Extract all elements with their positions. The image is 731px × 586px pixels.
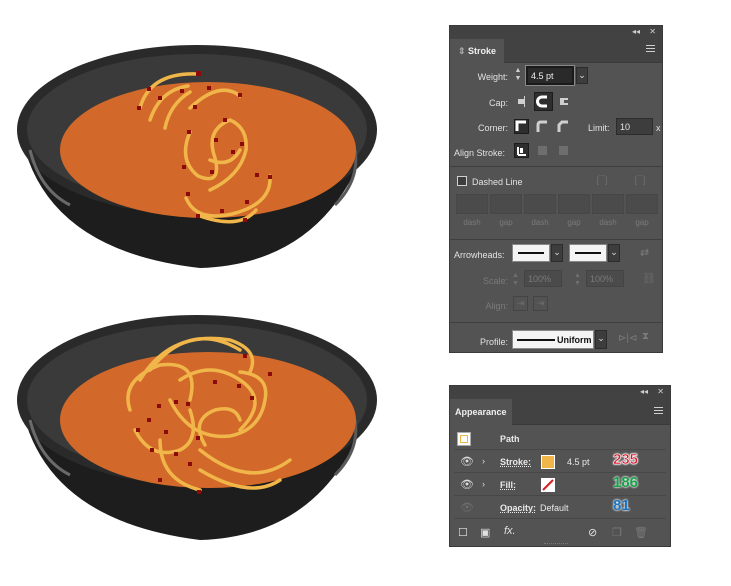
stroke-swatch[interactable] <box>541 455 555 469</box>
swap-arrowheads-icon[interactable]: ⇄ <box>640 246 649 259</box>
arrowheads-label: Arrowheads: <box>454 250 505 260</box>
gap-field-3[interactable] <box>626 194 658 214</box>
flip-along-icon[interactable]: ⊳|⊲ <box>618 333 637 344</box>
delete-item-icon[interactable]: 🗑 <box>634 526 648 539</box>
flip-across-icon[interactable]: ⧗ <box>642 331 649 342</box>
scale-end-stepper[interactable]: ▲ ▼ <box>574 272 581 288</box>
align-arrow-label: Align: <box>485 301 508 311</box>
limit-suffix: x <box>656 123 661 133</box>
gap-field-1[interactable] <box>490 194 522 214</box>
tab-stroke[interactable]: ⇕ Stroke <box>450 39 505 63</box>
eye-icon[interactable]: 👁 <box>460 478 474 491</box>
arrowhead-end-select[interactable] <box>569 244 607 262</box>
dash-field-1[interactable] <box>456 194 488 214</box>
panel-menu-icon[interactable] <box>654 407 663 416</box>
link-scale-icon[interactable]: ⛓ <box>642 272 656 285</box>
projecting-cap-button[interactable] <box>557 94 572 109</box>
stroke-weight-value: 4.5 pt <box>567 457 590 467</box>
fill-annotation: 186 <box>613 474 639 491</box>
dash-field-2[interactable] <box>524 194 556 214</box>
round-join-button[interactable] <box>535 119 550 134</box>
arrow-extend-button[interactable]: ⇥ <box>513 296 528 311</box>
align-stroke-label: Align Stroke: <box>454 148 506 158</box>
opacity-annotation: 81 <box>613 497 630 514</box>
dashed-line-label: Dashed Line <box>472 177 523 187</box>
stroke-panel: ◂◂ ✕ ⇕ Stroke Weight: ▲ ▼ 4.5 pt ⌄ Cap: C… <box>449 25 663 353</box>
round-cap-button[interactable] <box>534 92 553 111</box>
appearance-panel-titlebar[interactable]: ◂◂ ✕ <box>450 386 670 399</box>
opacity-value: Default <box>540 503 569 513</box>
preserve-dash-button[interactable]: [‾‾] <box>587 174 617 189</box>
limit-label: Limit: <box>588 123 610 133</box>
fill-none-swatch[interactable] <box>541 478 555 492</box>
bowl-bottom <box>17 315 377 540</box>
weight-dropdown[interactable]: ⌄ <box>576 67 588 84</box>
weight-input[interactable]: 4.5 pt <box>526 66 574 85</box>
align-dash-button[interactable]: [‾‾] <box>625 174 655 189</box>
close-panel-icon[interactable]: ✕ <box>649 27 656 36</box>
profile-dropdown[interactable]: ⌄ <box>595 330 607 349</box>
appearance-footer: ☐ ▣ fx. ⊘ ❐ 🗑 <box>450 522 670 546</box>
stroke-annotation: 235 <box>613 451 639 469</box>
dash-fields-row: dash gap dash gap dash gap <box>456 194 660 230</box>
close-panel-icon[interactable]: ✕ <box>657 387 664 396</box>
miter-join-button[interactable] <box>514 119 529 134</box>
opacity-row[interactable]: 👁 Opacity: Default <box>454 497 666 519</box>
arrowhead-start-dropdown[interactable]: ⌄ <box>551 244 563 262</box>
profile-label: Profile: <box>479 337 508 347</box>
arrow-place-button[interactable]: ⇥ <box>533 296 548 311</box>
path-row[interactable]: Path <box>454 428 666 450</box>
collapse-panel-icon[interactable]: ◂◂ <box>640 387 648 396</box>
panel-menu-icon[interactable] <box>646 45 655 54</box>
eye-icon[interactable]: 👁 <box>460 455 474 468</box>
dash-field-label: gap <box>567 218 581 227</box>
resize-grip[interactable] <box>544 543 568 546</box>
scale-start-input[interactable]: 100% <box>524 270 562 287</box>
profile-select[interactable]: Uniform <box>512 330 594 349</box>
arrowhead-start-select[interactable] <box>512 244 550 262</box>
cap-label: Cap: <box>488 98 508 108</box>
add-stroke-icon[interactable]: ☐ <box>458 526 468 539</box>
dashed-line-checkbox[interactable] <box>457 176 467 186</box>
bowl-top <box>17 45 377 268</box>
clear-appearance-icon[interactable]: ⊘ <box>588 526 597 539</box>
dash-field-label: dash <box>463 218 481 227</box>
corner-label: Corner: <box>477 123 508 133</box>
dash-field-label: gap <box>499 218 513 227</box>
dash-field-label: dash <box>531 218 549 227</box>
arrowhead-end-dropdown[interactable]: ⌄ <box>608 244 620 262</box>
bevel-join-button[interactable] <box>556 119 571 134</box>
butt-cap-button[interactable] <box>516 94 531 109</box>
path-label: Path <box>500 434 520 444</box>
weight-stepper[interactable]: ▲ ▼ <box>512 67 524 85</box>
dash-field-3[interactable] <box>592 194 624 214</box>
duplicate-item-icon[interactable]: ❐ <box>612 526 622 539</box>
chevron-right-icon[interactable]: › <box>482 456 485 466</box>
eye-icon: 👁 <box>460 502 474 514</box>
align-inside-button[interactable] <box>535 143 550 158</box>
stroke-panel-titlebar[interactable]: ◂◂ ✕ <box>450 26 662 39</box>
soup-bottom <box>60 352 356 488</box>
stroke-label[interactable]: Stroke: <box>500 457 531 467</box>
scale-end-input[interactable]: 100% <box>586 270 624 287</box>
fill-label[interactable]: Fill: <box>500 480 516 490</box>
add-fill-icon[interactable]: ▣ <box>480 526 490 539</box>
scale-label: Scale: <box>482 276 508 286</box>
collapse-panel-icon[interactable]: ◂◂ <box>632 27 640 36</box>
tab-appearance[interactable]: Appearance <box>450 399 512 425</box>
dash-field-label: dash <box>599 218 617 227</box>
align-center-button[interactable] <box>514 143 529 158</box>
path-thumbnail <box>457 432 471 446</box>
fx-icon[interactable]: fx. <box>504 525 516 537</box>
chevron-right-icon[interactable]: › <box>482 479 485 489</box>
gap-field-2[interactable] <box>558 194 590 214</box>
soup-top <box>60 82 356 218</box>
limit-input[interactable]: 10 <box>616 118 653 135</box>
align-outside-button[interactable] <box>556 143 571 158</box>
scale-start-stepper[interactable]: ▲ ▼ <box>512 272 519 288</box>
dash-field-label: gap <box>635 218 649 227</box>
weight-label: Weight: <box>477 72 508 82</box>
opacity-label[interactable]: Opacity: <box>500 503 536 513</box>
